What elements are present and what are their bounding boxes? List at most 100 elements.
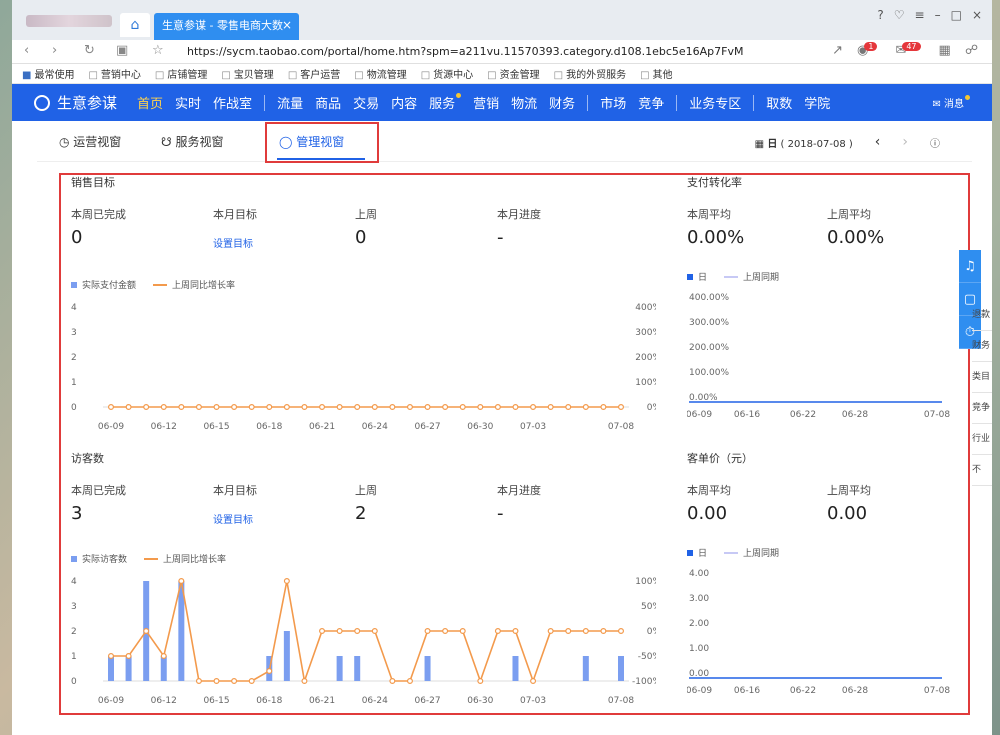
side-item[interactable]: 财务 <box>972 331 992 362</box>
metric-label: 上周 <box>355 484 377 497</box>
id-card-icon[interactable]: ▦ <box>939 43 951 58</box>
minimize-icon[interactable]: – <box>935 8 941 22</box>
section-title: 客单价（元） <box>687 452 753 465</box>
side-item[interactable]: 类目 <box>972 362 992 393</box>
bookmark-item[interactable]: 资金管理 <box>487 66 540 81</box>
nav-logistics[interactable]: 物流 <box>511 93 537 112</box>
set-target-link[interactable]: 设置目标 <box>213 235 253 250</box>
growth-point <box>530 677 537 684</box>
x-tick-label: 06-30 <box>467 422 493 432</box>
set-target-link[interactable]: 设置目标 <box>213 511 253 526</box>
visitors-chart[interactable]: 0 1 2 3 4 -100% -50% 0% 50% 100% 06-09 06-12 06-15 06… <box>71 573 656 713</box>
prev-date-icon[interactable]: ‹ <box>875 134 881 150</box>
x-tick-label: 06-24 <box>362 696 388 706</box>
x-tick-label: 06-15 <box>203 696 229 706</box>
legend-day-label[interactable]: 日 <box>698 270 707 283</box>
nav-realtime[interactable]: 实时 <box>175 93 201 112</box>
tab-operations[interactable]: ◷ 运营视窗 <box>59 133 121 150</box>
bookmark-item[interactable]: 营销中心 <box>88 66 141 81</box>
reload-icon[interactable]: ↻ <box>84 43 95 58</box>
nav-data-fetch[interactable]: 取数 <box>766 93 792 112</box>
growth-point <box>512 627 519 634</box>
maximize-icon[interactable]: □ <box>951 8 962 22</box>
bookmark-item[interactable]: 货源中心 <box>421 66 473 81</box>
message-button[interactable]: ✉ 消息 <box>932 95 970 110</box>
nav-market[interactable]: 市场 <box>600 93 626 112</box>
side-item[interactable]: 行业 <box>972 424 992 455</box>
nav-traffic[interactable]: 流量 <box>277 93 303 112</box>
close-tab-icon[interactable]: × <box>282 13 292 38</box>
address-actions: ↗ ◉1 ✉47 ▦ ☍ <box>832 42 978 58</box>
url-field[interactable]: https://sycm.taobao.com/portal/home.htm?… <box>187 45 744 58</box>
page-icon[interactable]: ▣ <box>116 43 128 58</box>
close-window-icon[interactable]: × <box>972 8 982 22</box>
side-item[interactable]: 退款 <box>972 300 992 331</box>
nav-trade[interactable]: 交易 <box>353 93 379 112</box>
back-icon[interactable]: ‹ <box>24 43 29 58</box>
date-label: 日 <box>767 138 778 150</box>
x-tick-label: 06-16 <box>734 410 760 420</box>
bar <box>125 656 132 681</box>
share-icon[interactable]: ↗ <box>832 43 843 58</box>
bookmark-item[interactable]: 其他 <box>640 66 673 81</box>
blurred-tab[interactable] <box>26 15 112 27</box>
bookmark-item[interactable]: 物流管理 <box>354 66 407 81</box>
conversion-chart[interactable]: 0.00%100.00%200.00%300.00%400.00%06-09 06… <box>687 292 957 432</box>
legend-prev-label[interactable]: 上周同期 <box>743 270 779 283</box>
info-icon[interactable]: ⓘ <box>930 135 940 150</box>
y-tick-label: 3.00 <box>689 594 709 604</box>
nav-service[interactable]: 服务 <box>429 93 462 112</box>
legend-bar-label[interactable]: 实际支付金额 <box>82 278 136 291</box>
x-tick-label: 07-08 <box>924 410 950 420</box>
legend-bar-label[interactable]: 实际访客数 <box>82 552 127 565</box>
y2-tick-label: 50% <box>641 602 656 612</box>
side-item[interactable]: 竞争 <box>972 393 992 424</box>
legend-prev-label[interactable]: 上周同期 <box>743 546 779 559</box>
growth-point <box>178 577 185 585</box>
bookmark-item[interactable]: 客户运营 <box>288 66 340 81</box>
legend-day-label[interactable]: 日 <box>698 546 707 559</box>
shield-icon[interactable]: ◉1 <box>857 42 881 58</box>
home-tab-icon[interactable]: ⌂ <box>120 13 150 37</box>
bell-icon[interactable]: ♫ <box>959 250 981 283</box>
section-title: 支付转化率 <box>687 176 742 189</box>
nav-content[interactable]: 内容 <box>391 93 417 112</box>
side-item[interactable]: 不 <box>972 455 992 486</box>
unit-price-chart[interactable]: 0.001.002.003.004.0006-09 06-16 06-22 06-28… <box>687 568 957 708</box>
chart-legend: 日 上周同期 <box>687 270 779 283</box>
forward-icon[interactable]: › <box>52 43 57 58</box>
menu-icon[interactable]: ≡ <box>915 8 925 22</box>
legend-line-label[interactable]: 上周同比增长率 <box>172 278 235 291</box>
mail-icon[interactable]: ✉47 <box>895 42 924 58</box>
legend-line-swatch <box>144 557 159 560</box>
tab-service[interactable]: ☋ 服务视窗 <box>161 133 224 150</box>
nav-competition[interactable]: 竞争 <box>638 93 664 112</box>
nav-warroom[interactable]: 作战室 <box>213 93 252 112</box>
nav-marketing[interactable]: 营销 <box>473 93 499 112</box>
legend-line-label[interactable]: 上周同比增长率 <box>163 552 226 565</box>
growth-point <box>389 403 396 410</box>
active-tab[interactable]: 生意参谋 - 零售电商大数 × <box>154 13 299 40</box>
date-picker[interactable]: ▦ 日 ( 2018-07-08 ) <box>755 135 853 150</box>
growth-point <box>301 677 308 684</box>
skin-icon[interactable]: ♡ <box>894 8 905 22</box>
bookmark-item[interactable]: 我的外贸服务 <box>554 66 626 81</box>
bookmark-item[interactable]: 宝贝管理 <box>221 66 274 81</box>
mail-badge: 47 <box>902 42 921 51</box>
y2-tick-label: 100% <box>635 577 656 587</box>
tab-operations-label: 运营视窗 <box>73 135 122 149</box>
bookmark-item[interactable]: 最常使用 <box>22 66 74 81</box>
nav-academy[interactable]: 学院 <box>804 93 830 112</box>
star-icon[interactable]: ☆ <box>152 43 164 58</box>
nav-business-zone[interactable]: 业务专区 <box>689 93 741 112</box>
bookmark-item[interactable]: 店铺管理 <box>155 66 207 81</box>
nav-home[interactable]: 首页 <box>137 93 163 112</box>
lock-icon[interactable]: ☍ <box>965 43 978 58</box>
next-date-icon[interactable]: › <box>902 134 908 150</box>
bar <box>512 656 519 681</box>
help-icon[interactable]: ? <box>877 8 883 22</box>
sales-chart[interactable]: 0 1 2 3 4 0% 100% 200% 300% 400% 06-09 06-12 06-15 06… <box>71 299 656 439</box>
nav-finance[interactable]: 财务 <box>549 93 575 112</box>
app-logo[interactable]: 生意参谋 <box>34 92 117 113</box>
nav-product[interactable]: 商品 <box>315 93 341 112</box>
